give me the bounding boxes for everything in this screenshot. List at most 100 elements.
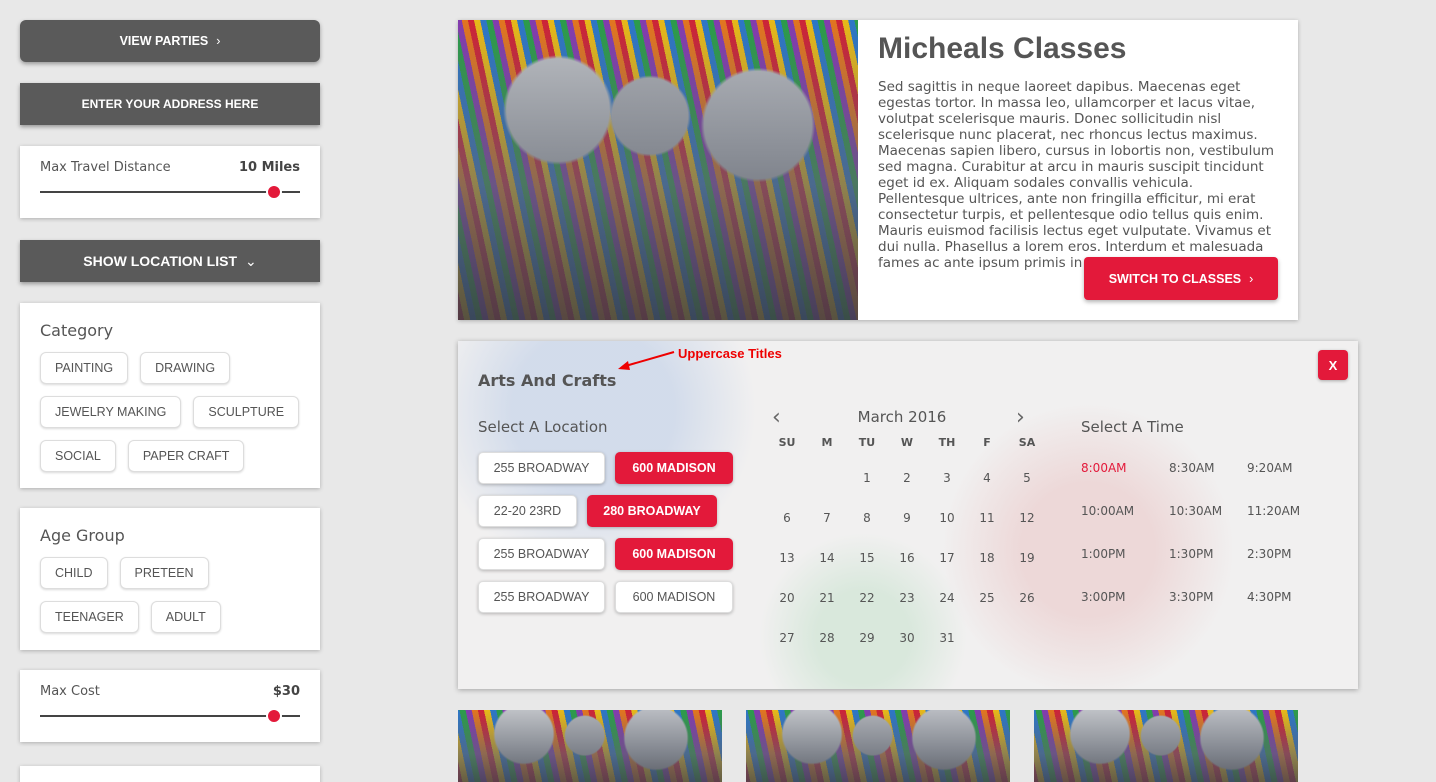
- weekday-label: TU: [858, 436, 876, 449]
- calendar-day[interactable]: 26: [1007, 591, 1047, 605]
- calendar-day[interactable]: 5: [1007, 471, 1047, 485]
- next-filter-card: [20, 766, 320, 782]
- hero-description: Sed sagittis in neque laoreet dapibus. M…: [878, 79, 1275, 271]
- time-slot[interactable]: 9:20AM: [1247, 461, 1327, 475]
- filter-chip[interactable]: TEENAGER: [40, 601, 139, 633]
- address-input-button[interactable]: ENTER YOUR ADDRESS HERE: [20, 83, 320, 125]
- calendar-month: March 2016: [857, 408, 947, 426]
- chevron-right-icon[interactable]: ›: [1016, 405, 1025, 430]
- time-slot[interactable]: 8:30AM: [1169, 461, 1249, 475]
- calendar-day[interactable]: 15: [847, 551, 887, 565]
- time-slot[interactable]: 3:00PM: [1081, 590, 1161, 604]
- calendar-day[interactable]: 8: [847, 511, 887, 525]
- booking-panel: Arts And Crafts Uppercase Titles X Selec…: [458, 341, 1358, 689]
- show-location-list-button[interactable]: SHOW LOCATION LIST ⌄: [20, 240, 320, 282]
- travel-distance-card: Max Travel Distance 10 Miles: [20, 146, 320, 218]
- time-slot[interactable]: 1:30PM: [1169, 547, 1249, 561]
- calendar-day[interactable]: 4: [967, 471, 1007, 485]
- max-cost-card: Max Cost $30: [20, 670, 320, 742]
- location-option[interactable]: 600 MADISON: [615, 452, 733, 484]
- calendar-day[interactable]: 22: [847, 591, 887, 605]
- calendar-day[interactable]: 17: [927, 551, 967, 565]
- calendar-day[interactable]: 27: [767, 631, 807, 645]
- weekday-label: W: [900, 436, 914, 449]
- calendar-day[interactable]: 12: [1007, 511, 1047, 525]
- weekday-label: SU: [778, 436, 796, 449]
- location-option[interactable]: 600 MADISON: [615, 581, 733, 613]
- travel-distance-slider[interactable]: [40, 184, 300, 200]
- annotation-note: Uppercase Titles: [678, 346, 782, 361]
- chevron-down-icon: ⌄: [245, 252, 257, 269]
- filter-chip[interactable]: PAPER CRAFT: [127, 440, 245, 472]
- calendar-day[interactable]: 21: [807, 591, 847, 605]
- class-thumbnail-photo[interactable]: [746, 710, 1010, 782]
- calendar-day[interactable]: 10: [927, 511, 967, 525]
- location-option[interactable]: 255 BROADWAY: [478, 538, 605, 570]
- max-cost-label: Max Cost: [40, 684, 100, 699]
- category-title: Category: [40, 321, 114, 340]
- max-cost-slider[interactable]: [40, 708, 300, 724]
- max-cost-slider-thumb[interactable]: [266, 708, 282, 724]
- calendar-day[interactable]: 28: [807, 631, 847, 645]
- filter-chip[interactable]: SCULPTURE: [193, 396, 300, 428]
- location-option[interactable]: 255 BROADWAY: [478, 581, 605, 613]
- age-group-title: Age Group: [40, 526, 125, 545]
- max-cost-value: $30: [272, 684, 300, 699]
- time-slot[interactable]: 11:20AM: [1247, 504, 1327, 518]
- calendar-day[interactable]: 11: [967, 511, 1007, 525]
- filter-chip[interactable]: PRETEEN: [119, 557, 209, 589]
- category-chip-list: PAINTING DRAWING JEWELRY MAKING SCULPTURE SO…: [40, 352, 300, 472]
- hero-title: Micheals Classes: [878, 32, 1127, 65]
- filter-chip[interactable]: SOCIAL: [40, 440, 116, 472]
- time-slot[interactable]: 1:00PM: [1081, 547, 1161, 561]
- filter-chip[interactable]: DRAWING: [140, 352, 231, 384]
- calendar-day[interactable]: 19: [1007, 551, 1047, 565]
- time-slot[interactable]: 8:00AM: [1081, 461, 1161, 475]
- chevron-right-icon: ›: [216, 34, 221, 48]
- filter-chip[interactable]: CHILD: [40, 557, 108, 589]
- calendar-day[interactable]: 9: [887, 511, 927, 525]
- filter-chip[interactable]: PAINTING: [40, 352, 129, 384]
- calendar-day[interactable]: 7: [807, 511, 847, 525]
- calendar-day[interactable]: 29: [847, 631, 887, 645]
- travel-distance-label: Max Travel Distance: [40, 160, 171, 175]
- view-parties-label: VIEW PARTIES: [119, 34, 209, 48]
- class-thumbnail-photo[interactable]: [458, 710, 722, 782]
- location-option[interactable]: 280 BROADWAY: [587, 495, 717, 527]
- location-option[interactable]: 600 MADISON: [615, 538, 733, 570]
- calendar-day[interactable]: 30: [887, 631, 927, 645]
- switch-to-classes-button[interactable]: SWITCH TO CLASSES ›: [1084, 257, 1278, 300]
- time-slot[interactable]: 3:30PM: [1169, 590, 1249, 604]
- calendar-day[interactable]: 18: [967, 551, 1007, 565]
- calendar-day[interactable]: 2: [887, 471, 927, 485]
- time-slot[interactable]: 10:00AM: [1081, 504, 1161, 518]
- age-group-card: Age Group CHILD PRETEEN TEENAGER ADULT: [20, 508, 320, 650]
- location-option[interactable]: 255 BROADWAY: [478, 452, 605, 484]
- calendar-day[interactable]: 6: [767, 511, 807, 525]
- calendar-day[interactable]: 3: [927, 471, 967, 485]
- select-time-label: Select A Time: [1081, 418, 1184, 436]
- view-parties-button[interactable]: VIEW PARTIES ›: [20, 20, 320, 62]
- time-slot[interactable]: 2:30PM: [1247, 547, 1327, 561]
- close-button[interactable]: X: [1318, 350, 1348, 380]
- filter-chip[interactable]: JEWELRY MAKING: [40, 396, 182, 428]
- time-slot[interactable]: 10:30AM: [1169, 504, 1249, 518]
- calendar-day[interactable]: 31: [927, 631, 967, 645]
- switch-to-classes-label: SWITCH TO CLASSES: [1108, 271, 1242, 286]
- show-location-list-label: SHOW LOCATION LIST: [83, 253, 237, 269]
- travel-distance-slider-thumb[interactable]: [266, 184, 282, 200]
- weekday-label: F: [983, 436, 991, 449]
- calendar-day[interactable]: 20: [767, 591, 807, 605]
- calendar-day[interactable]: 25: [967, 591, 1007, 605]
- location-option[interactable]: 22-20 23RD: [478, 495, 577, 527]
- calendar-day[interactable]: 13: [767, 551, 807, 565]
- calendar-day[interactable]: 24: [927, 591, 967, 605]
- calendar-day[interactable]: 23: [887, 591, 927, 605]
- class-thumbnail-photo[interactable]: [1034, 710, 1298, 782]
- weekday-label: M: [821, 436, 833, 449]
- calendar-day[interactable]: 14: [807, 551, 847, 565]
- calendar-day[interactable]: 1: [847, 471, 887, 485]
- calendar-day[interactable]: 16: [887, 551, 927, 565]
- filter-chip[interactable]: ADULT: [150, 601, 221, 633]
- time-slot[interactable]: 4:30PM: [1247, 590, 1327, 604]
